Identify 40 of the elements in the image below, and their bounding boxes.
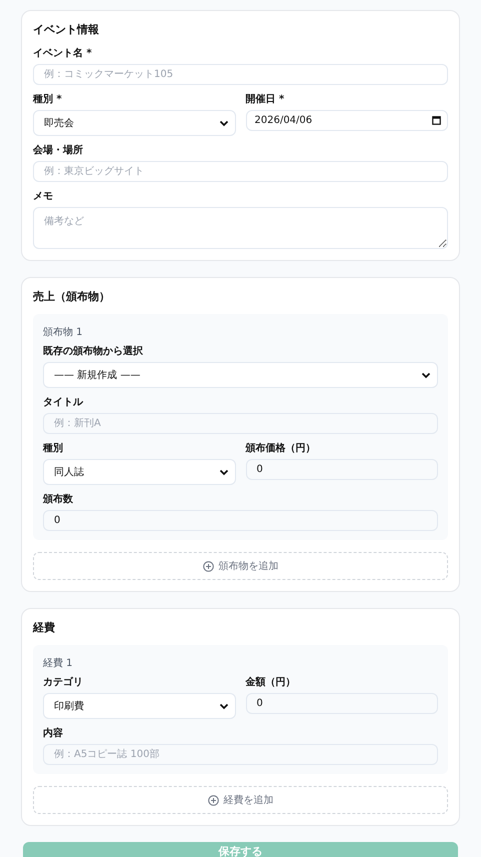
field-label: 種別	[43, 442, 64, 455]
select-dropdown[interactable]: —— 新規作成 ——	[43, 362, 438, 388]
item-heading: 経費 1	[43, 657, 74, 670]
add-button[interactable]: 頒布物を追加	[33, 552, 448, 580]
field-label: タイトル	[43, 396, 84, 409]
chevron-down-icon	[218, 467, 228, 477]
input-field[interactable]: 0	[246, 693, 438, 714]
select-dropdown[interactable]: 同人誌	[43, 459, 236, 485]
field-label: メモ	[33, 190, 54, 203]
calendar-icon	[432, 116, 441, 125]
select-dropdown[interactable]: 印刷費	[43, 693, 236, 719]
input-field[interactable]: 例：東京ビッグサイト	[33, 161, 448, 182]
field-label: 頒布価格（円）	[246, 442, 316, 455]
section-title: イベント情報	[33, 23, 100, 37]
field-label: 金額（円）	[246, 676, 296, 689]
field-label: 内容	[43, 727, 64, 740]
plus-circle-icon	[208, 794, 218, 806]
input-field[interactable]: 0	[43, 510, 438, 531]
field-label: イベント名 *	[33, 47, 93, 60]
chevron-down-icon	[218, 701, 228, 711]
field-label: 会場・場所	[33, 144, 84, 157]
date-field[interactable]: 2026/04/06	[246, 110, 448, 131]
field-label: 頒布数	[43, 493, 74, 506]
field-label: 既存の頒布物から選択	[43, 345, 144, 358]
input-field[interactable]: 0	[246, 459, 438, 480]
chevron-down-icon	[421, 370, 431, 380]
memo-textarea[interactable]: 備考など	[33, 207, 448, 249]
chevron-down-icon	[218, 118, 228, 128]
select-dropdown[interactable]: 即売会	[33, 110, 236, 136]
field-label: 開催日 *	[246, 93, 286, 106]
input-field[interactable]: 例：新刊A	[43, 413, 438, 434]
input-field[interactable]: 例：A5コピー誌 100部	[43, 744, 438, 765]
plus-circle-icon	[202, 560, 214, 572]
input-field[interactable]: 例：コミックマーケット105	[33, 64, 448, 85]
add-button[interactable]: 経費を追加	[33, 786, 448, 814]
field-label: カテゴリ	[43, 676, 84, 689]
field-label: 種別 *	[33, 93, 63, 106]
item-heading: 頒布物 1	[43, 326, 84, 339]
section-title: 経費	[33, 621, 56, 635]
section-title: 売上（頒布物）	[33, 290, 111, 304]
